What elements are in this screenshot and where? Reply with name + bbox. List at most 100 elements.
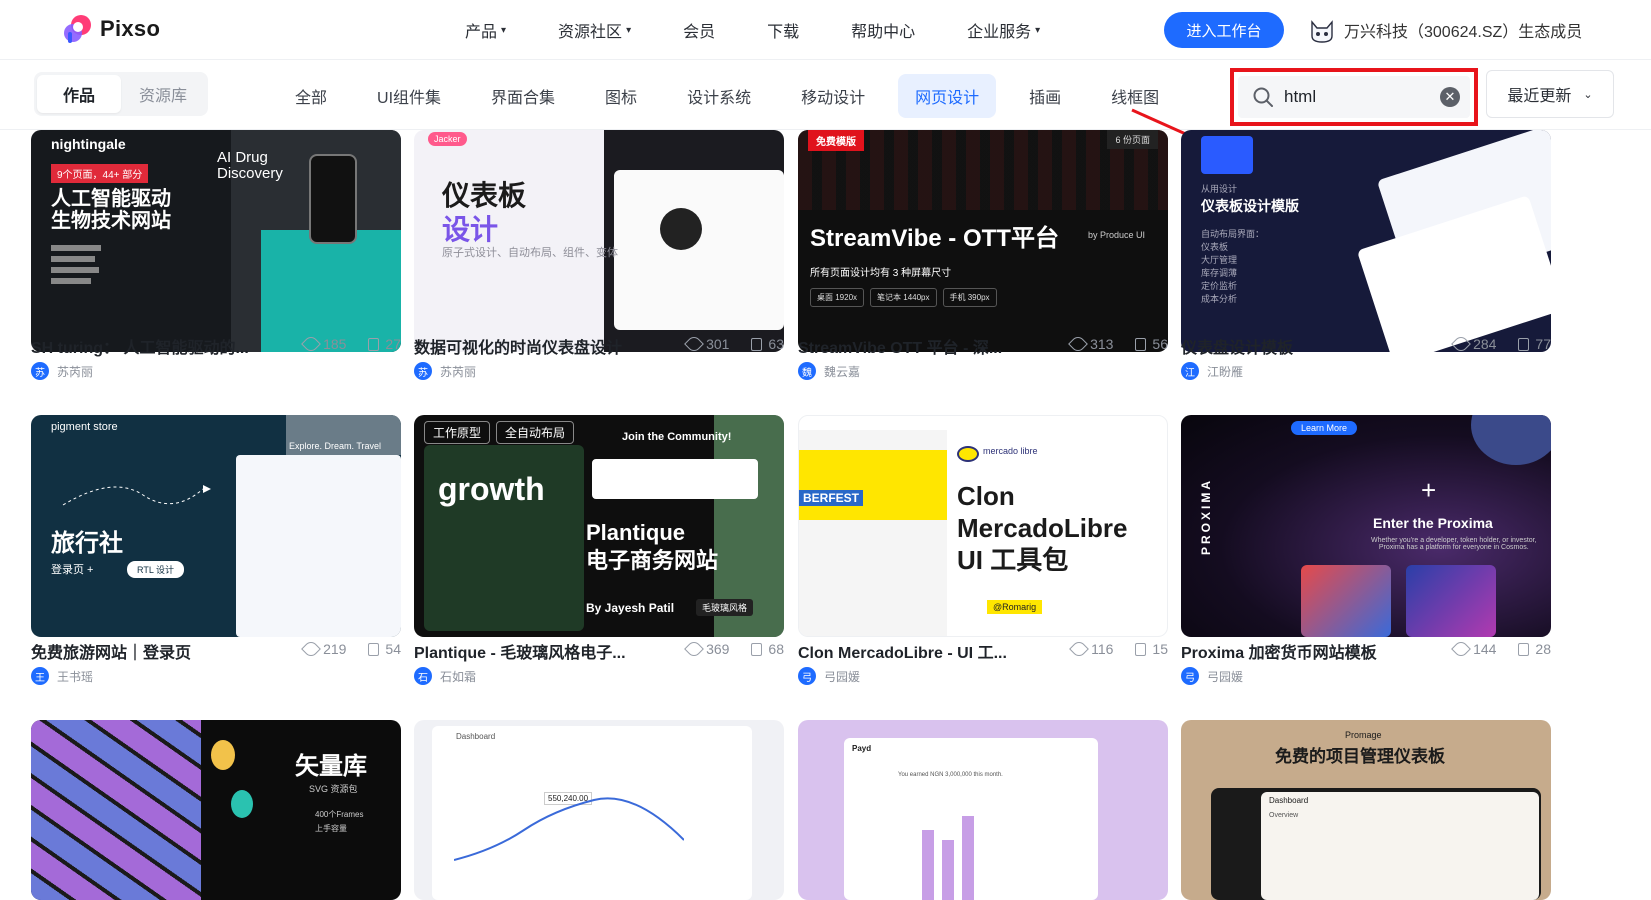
view-count: 116: [1091, 641, 1114, 657]
work-card[interactable]: Dashboard 550,240.00: [414, 720, 784, 900]
card-thumbnail[interactable]: 工作原型 全自动布局 growth Join the Community! Pl…: [414, 415, 784, 637]
work-card[interactable]: BERFEST mercado libre Clon MercadoLibre …: [798, 415, 1168, 690]
top-navbar: Pixso 产品 ▾ 资源社区 ▾ 会员 下载 帮助中心 企业服务 ▾ 进入工作台 万…: [0, 0, 1651, 60]
card-thumbnail[interactable]: nightingale 9个页面，44+ 部分 人工智能驱动 生物技术网站 AI…: [31, 130, 401, 352]
work-card[interactable]: 免费模版 6 份页面 StreamVibe - OTT平台 by Produce…: [798, 130, 1168, 400]
work-card[interactable]: Promage 免费的项目管理仪表板 Dashboard Overview: [1181, 720, 1551, 900]
nav-product[interactable]: 产品 ▾: [465, 18, 506, 42]
card-thumbnail[interactable]: pigment store Explore. Dream. Travel 旅行社…: [31, 415, 401, 637]
card-author[interactable]: 苏苏芮丽: [414, 362, 476, 380]
card-title[interactable]: SH turing： 人工智能驱动的...: [31, 334, 286, 358]
nav-community[interactable]: 资源社区 ▾: [558, 18, 631, 42]
card-stats: 144 28: [1451, 639, 1551, 659]
card-title[interactable]: 仪表盘设计模板: [1181, 334, 1436, 358]
card-thumbnail[interactable]: Dashboard 550,240.00: [414, 720, 784, 900]
thumb-headline: Clon MercadoLibre UI 工具包: [957, 481, 1128, 575]
nav-download[interactable]: 下载: [767, 18, 799, 42]
nav-help[interactable]: 帮助中心: [851, 18, 915, 42]
pages-icon: [368, 337, 380, 351]
thumb-headline: StreamVibe - OTT平台: [810, 225, 1059, 252]
card-author[interactable]: 苏苏芮丽: [31, 362, 93, 380]
eye-icon: [301, 639, 321, 659]
card-title[interactable]: 免费旅游网站｜登录页: [31, 639, 286, 663]
category-tabs: 全部 UI组件集 界面合集 图标 设计系统 移动设计 网页设计 插画 线框图: [278, 74, 1192, 118]
card-author[interactable]: 弓弓园媛: [1181, 667, 1243, 685]
enter-workspace-button[interactable]: 进入工作台: [1164, 12, 1284, 48]
nav-membership[interactable]: 会员: [683, 18, 715, 42]
nav-enterprise-label: 企业服务: [967, 24, 1032, 41]
thumb-community: Join the Community!: [622, 431, 732, 443]
work-card[interactable]: 工作原型 全自动布局 growth Join the Community! Pl…: [414, 415, 784, 690]
tab-design-system[interactable]: 设计系统: [670, 74, 768, 118]
thumb-subtitle: Overview: [1269, 812, 1299, 819]
card-thumbnail[interactable]: 从用设计 仪表板设计模版 自动布局界面： 仪表板 大厅管理 库存调薄 定价监析 …: [1181, 130, 1551, 352]
tab-illustration[interactable]: 插画: [1012, 74, 1078, 118]
card-title[interactable]: Clon MercadoLibre - UI 工...: [798, 639, 1053, 663]
thumb-kicker: 从用设计: [1201, 184, 1238, 194]
clear-search-icon[interactable]: ✕: [1440, 87, 1460, 107]
page-count: 77: [1535, 336, 1551, 352]
nav-community-label: 资源社区: [558, 24, 623, 41]
tab-screens[interactable]: 界面合集: [474, 74, 572, 118]
thumb-headline: 免费的项目管理仪表板: [1275, 747, 1445, 766]
avatar: 弓: [798, 667, 816, 685]
thumb-headline: Enter the Proxima: [1373, 515, 1493, 531]
eye-icon: [684, 639, 704, 659]
card-author[interactable]: 王王书瑶: [31, 667, 93, 685]
work-card[interactable]: pigment store Explore. Dream. Travel 旅行社…: [31, 415, 401, 690]
work-card[interactable]: Payd You earned NGN 3,000,000 this month…: [798, 720, 1168, 900]
work-card[interactable]: nightingale 9个页面，44+ 部分 人工智能驱动 生物技术网站 AI…: [31, 130, 401, 400]
card-author[interactable]: 石石如霜: [414, 667, 476, 685]
card-title[interactable]: StreamVibe OTT 平台 - 深...: [798, 334, 1053, 358]
work-card[interactable]: Jacker 仪表板 设计 原子式设计、自动布局、组件、变体 数据可视化的时尚仪…: [414, 130, 784, 400]
author-name: 弓园媛: [824, 669, 861, 684]
eye-icon: [301, 334, 321, 354]
card-author[interactable]: 弓弓园媛: [798, 667, 860, 685]
card-title[interactable]: 数据可视化的时尚仪表盘设计: [414, 334, 669, 358]
thumb-label: Dashboard: [456, 732, 496, 741]
card-thumbnail[interactable]: Payd You earned NGN 3,000,000 this month…: [798, 720, 1168, 900]
search-icon: [1253, 87, 1273, 107]
eye-icon: [684, 334, 704, 354]
thumb-brand: nightingale: [51, 136, 126, 152]
tab-ui-kits[interactable]: UI组件集: [360, 74, 458, 118]
card-title[interactable]: Proxima 加密货币网站模板: [1181, 639, 1436, 663]
card-author[interactable]: 江江盼雁: [1181, 362, 1243, 380]
page-count: 28: [1535, 641, 1551, 657]
partner-badge[interactable]: 万兴科技（300624.SZ）生态成员: [1308, 16, 1582, 44]
page-count: 56: [1152, 336, 1168, 352]
card-thumbnail[interactable]: 矢量库 SVG 资源包 400个Frames 上手容量: [31, 720, 401, 900]
tab-mobile[interactable]: 移动设计: [784, 74, 882, 118]
tab-all[interactable]: 全部: [278, 74, 344, 118]
search-input[interactable]: [1284, 87, 1424, 107]
thumb-headline: 旅行社: [51, 530, 123, 557]
work-card[interactable]: Learn More PROXIMA + Enter the Proxima W…: [1181, 415, 1551, 690]
card-thumbnail[interactable]: BERFEST mercado libre Clon MercadoLibre …: [798, 415, 1168, 637]
pages-icon: [1135, 642, 1147, 656]
sort-dropdown[interactable]: 最近更新 ⌄: [1486, 70, 1614, 118]
thumb-headline: 人工智能驱动 生物技术网站: [51, 188, 171, 232]
card-title[interactable]: Plantique - 毛玻璃风格电子...: [414, 639, 669, 663]
tab-web-design[interactable]: 网页设计: [898, 74, 997, 118]
view-count: 185: [323, 336, 347, 352]
nav-product-label: 产品: [465, 24, 498, 41]
thumb-list-item: 400个Frames: [315, 810, 364, 819]
work-card[interactable]: 从用设计 仪表板设计模版 自动布局界面： 仪表板 大厅管理 库存调薄 定价监析 …: [1181, 130, 1551, 400]
thumb-chip: 全自动布局: [496, 421, 575, 444]
work-card[interactable]: 矢量库 SVG 资源包 400个Frames 上手容量: [31, 720, 401, 900]
thumb-subtitle: AI Drug Discovery: [217, 149, 283, 182]
thumb-logo: mercado libre: [983, 446, 1038, 456]
nav-enterprise[interactable]: 企业服务 ▾: [967, 18, 1040, 42]
avatar: 魏: [798, 362, 816, 380]
pages-icon: [1518, 642, 1530, 656]
card-thumbnail[interactable]: Jacker 仪表板 设计 原子式设计、自动布局、组件、变体: [414, 130, 784, 352]
card-thumbnail[interactable]: Promage 免费的项目管理仪表板 Dashboard Overview: [1181, 720, 1551, 900]
segment-works[interactable]: 作品: [37, 75, 121, 113]
segment-library[interactable]: 资源库: [121, 75, 205, 113]
sort-label: 最近更新: [1507, 88, 1572, 105]
card-thumbnail[interactable]: Learn More PROXIMA + Enter the Proxima W…: [1181, 415, 1551, 637]
pixso-logo[interactable]: Pixso: [62, 14, 160, 44]
card-author[interactable]: 魏魏云嘉: [798, 362, 860, 380]
card-thumbnail[interactable]: 免费模版 6 份页面 StreamVibe - OTT平台 by Produce…: [798, 130, 1168, 352]
tab-icons[interactable]: 图标: [588, 74, 654, 118]
